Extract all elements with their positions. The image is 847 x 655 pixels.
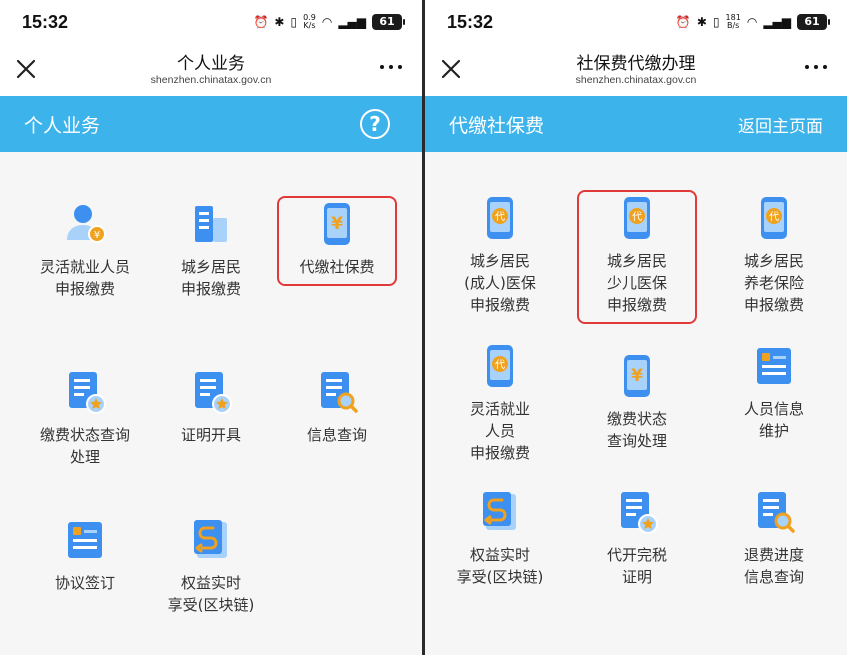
id-card-icon: [20, 516, 150, 564]
phone-dai-icon: 代: [709, 194, 839, 242]
svg-text:代: 代: [632, 211, 642, 223]
status-icons: ⏰ ✱ ▯ 181 B/s ◠ ▂▄▆ 61: [675, 13, 830, 30]
svg-text:¥: ¥: [331, 214, 343, 234]
service-tile-8[interactable]: 权益实时 享受(区块链): [146, 516, 276, 616]
service-tile-1[interactable]: 代城乡居民 (成人)医保 申报缴费: [435, 194, 565, 316]
service-tile-6[interactable]: 信息查询: [272, 368, 402, 446]
vibrate-icon: ▯: [712, 15, 720, 29]
service-tile-label: 证明开具: [180, 426, 241, 444]
service-tile-4[interactable]: 缴费状态查询 处理: [20, 368, 150, 468]
alarm-icon: ⏰: [253, 15, 269, 29]
document-star-icon: [146, 368, 276, 416]
service-tile-1[interactable]: ¥ 灵活就业人员 申报缴费: [20, 200, 150, 300]
service-tile-5[interactable]: ¥ 缴费状态 查询处理: [572, 352, 702, 452]
service-tile-7[interactable]: 权益实时 享受(区块链): [435, 488, 565, 588]
browser-navbar: 个人业务 shenzhen.chinatax.gov.cn: [0, 44, 422, 96]
service-tile-label: 人员信息 维护: [743, 400, 804, 440]
service-tile-3[interactable]: ¥ 代缴社保费: [272, 200, 402, 278]
bluetooth-icon: ✱: [274, 15, 285, 29]
browser-navbar: 社保费代缴办理 shenzhen.chinatax.gov.cn: [425, 44, 847, 96]
service-tile-label: 退费进度 信息查询: [743, 546, 804, 586]
status-bar: 15:32 ⏰ ✱ ▯ 181 B/s ◠ ▂▄▆ 61: [425, 0, 847, 44]
id-card-icon: [709, 342, 839, 390]
page-title: 个人业务: [177, 54, 245, 74]
blockchain-book-icon: [435, 488, 565, 536]
wifi-icon: ◠: [746, 15, 758, 29]
document-search-icon: [272, 368, 402, 416]
right-screen: 15:32 ⏰ ✱ ▯ 181 B/s ◠ ▂▄▆ 61 社保费代缴办理 she…: [425, 0, 847, 655]
person-coin-icon: ¥: [20, 200, 150, 248]
more-icon[interactable]: [805, 65, 827, 69]
service-tile-6[interactable]: 人员信息 维护: [709, 342, 839, 442]
buildings-icon: [146, 200, 276, 248]
back-to-home-link[interactable]: 返回主页面: [738, 112, 823, 137]
left-screen: 15:32 ⏰ ✱ ▯ 0.9 K/s ◠ ▂▄▆ 61 个人业务 shenzh…: [0, 0, 422, 655]
service-tile-9[interactable]: 退费进度 信息查询: [709, 488, 839, 588]
service-tile-8[interactable]: 代开完税 证明: [572, 488, 702, 588]
battery-icon: 61: [797, 14, 830, 30]
service-tile-label: 代开完税 证明: [606, 546, 667, 586]
help-icon[interactable]: ?: [360, 109, 390, 139]
service-tile-4[interactable]: 代灵活就业 人员 申报缴费: [435, 342, 565, 464]
phone-yuan-icon: ¥: [272, 200, 402, 248]
phone-yuan-icon: ¥: [572, 352, 702, 400]
section-banner: 代缴社保费 返回主页面: [425, 96, 847, 152]
vibrate-icon: ▯: [290, 15, 298, 29]
signal-icon: ▂▄▆: [338, 15, 366, 29]
service-tile-label: 信息查询: [306, 426, 367, 444]
service-tile-label: 城乡居民 (成人)医保 申报缴费: [464, 252, 536, 314]
net-speed: 0.9 K/s: [303, 13, 316, 30]
service-tile-label: 灵活就业人员申报缴费: [469, 400, 530, 462]
service-tile-label: 城乡居民 少儿医保 申报缴费: [606, 252, 667, 314]
status-time: 15:32: [22, 11, 69, 32]
banner-title: 个人业务: [24, 114, 101, 137]
status-icons: ⏰ ✱ ▯ 0.9 K/s ◠ ▂▄▆ 61: [253, 13, 405, 30]
status-bar: 15:32 ⏰ ✱ ▯ 0.9 K/s ◠ ▂▄▆ 61: [0, 0, 422, 44]
svg-text:¥: ¥: [94, 230, 100, 241]
status-time: 15:32: [447, 11, 494, 32]
battery-icon: 61: [372, 14, 405, 30]
page-url: shenzhen.chinatax.gov.cn: [575, 74, 697, 86]
svg-text:代: 代: [769, 211, 779, 223]
svg-text:代: 代: [495, 211, 505, 223]
phone-dai-icon: 代: [572, 194, 702, 242]
alarm-icon: ⏰: [675, 15, 691, 29]
service-tile-label: 缴费状态查询处理: [39, 426, 130, 466]
service-grid: ¥ 灵活就业人员 申报缴费 城乡居民 申报缴费 ¥ 代缴社保费缴费状态查询 处理 证明开具 信息查…: [0, 152, 422, 655]
service-tile-3[interactable]: 代城乡居民 养老保险 申报缴费: [709, 194, 839, 316]
service-tile-label: 灵活就业人员申报缴费: [39, 258, 130, 298]
svg-text:¥: ¥: [631, 366, 643, 386]
blockchain-book-icon: [146, 516, 276, 564]
service-tile-label: 代缴社保费: [299, 258, 375, 276]
signal-icon: ▂▄▆: [763, 15, 791, 29]
service-tile-label: 权益实时 享受(区块链): [167, 574, 255, 614]
service-tile-2[interactable]: 城乡居民 申报缴费: [146, 200, 276, 300]
svg-text:代: 代: [495, 359, 505, 371]
more-icon[interactable]: [380, 65, 402, 69]
bluetooth-icon: ✱: [696, 15, 707, 29]
wifi-icon: ◠: [321, 15, 333, 29]
service-tile-label: 城乡居民 申报缴费: [180, 258, 241, 298]
page-url: shenzhen.chinatax.gov.cn: [150, 74, 272, 86]
net-speed: 181 B/s: [725, 13, 741, 30]
service-grid: 代城乡居民 (成人)医保 申报缴费代城乡居民 少儿医保 申报缴费代城乡居民 养老保险 申报缴…: [425, 152, 847, 655]
service-tile-label: 缴费状态查询处理: [606, 410, 667, 450]
document-star-icon: [572, 488, 702, 536]
phone-dai-icon: 代: [435, 342, 565, 390]
service-tile-label: 城乡居民 养老保险 申报缴费: [743, 252, 804, 314]
service-tile-2[interactable]: 代城乡居民 少儿医保 申报缴费: [572, 194, 702, 316]
banner-title: 代缴社保费: [449, 114, 545, 137]
service-tile-label: 权益实时 享受(区块链): [456, 546, 544, 586]
page-title: 社保费代缴办理: [576, 54, 696, 74]
document-star-icon: [20, 368, 150, 416]
service-tile-5[interactable]: 证明开具: [146, 368, 276, 446]
phone-dai-icon: 代: [435, 194, 565, 242]
document-search-icon: [709, 488, 839, 536]
service-tile-label: 协议签订: [54, 574, 115, 592]
section-banner: 个人业务 ?: [0, 96, 422, 152]
service-tile-7[interactable]: 协议签订: [20, 516, 150, 594]
